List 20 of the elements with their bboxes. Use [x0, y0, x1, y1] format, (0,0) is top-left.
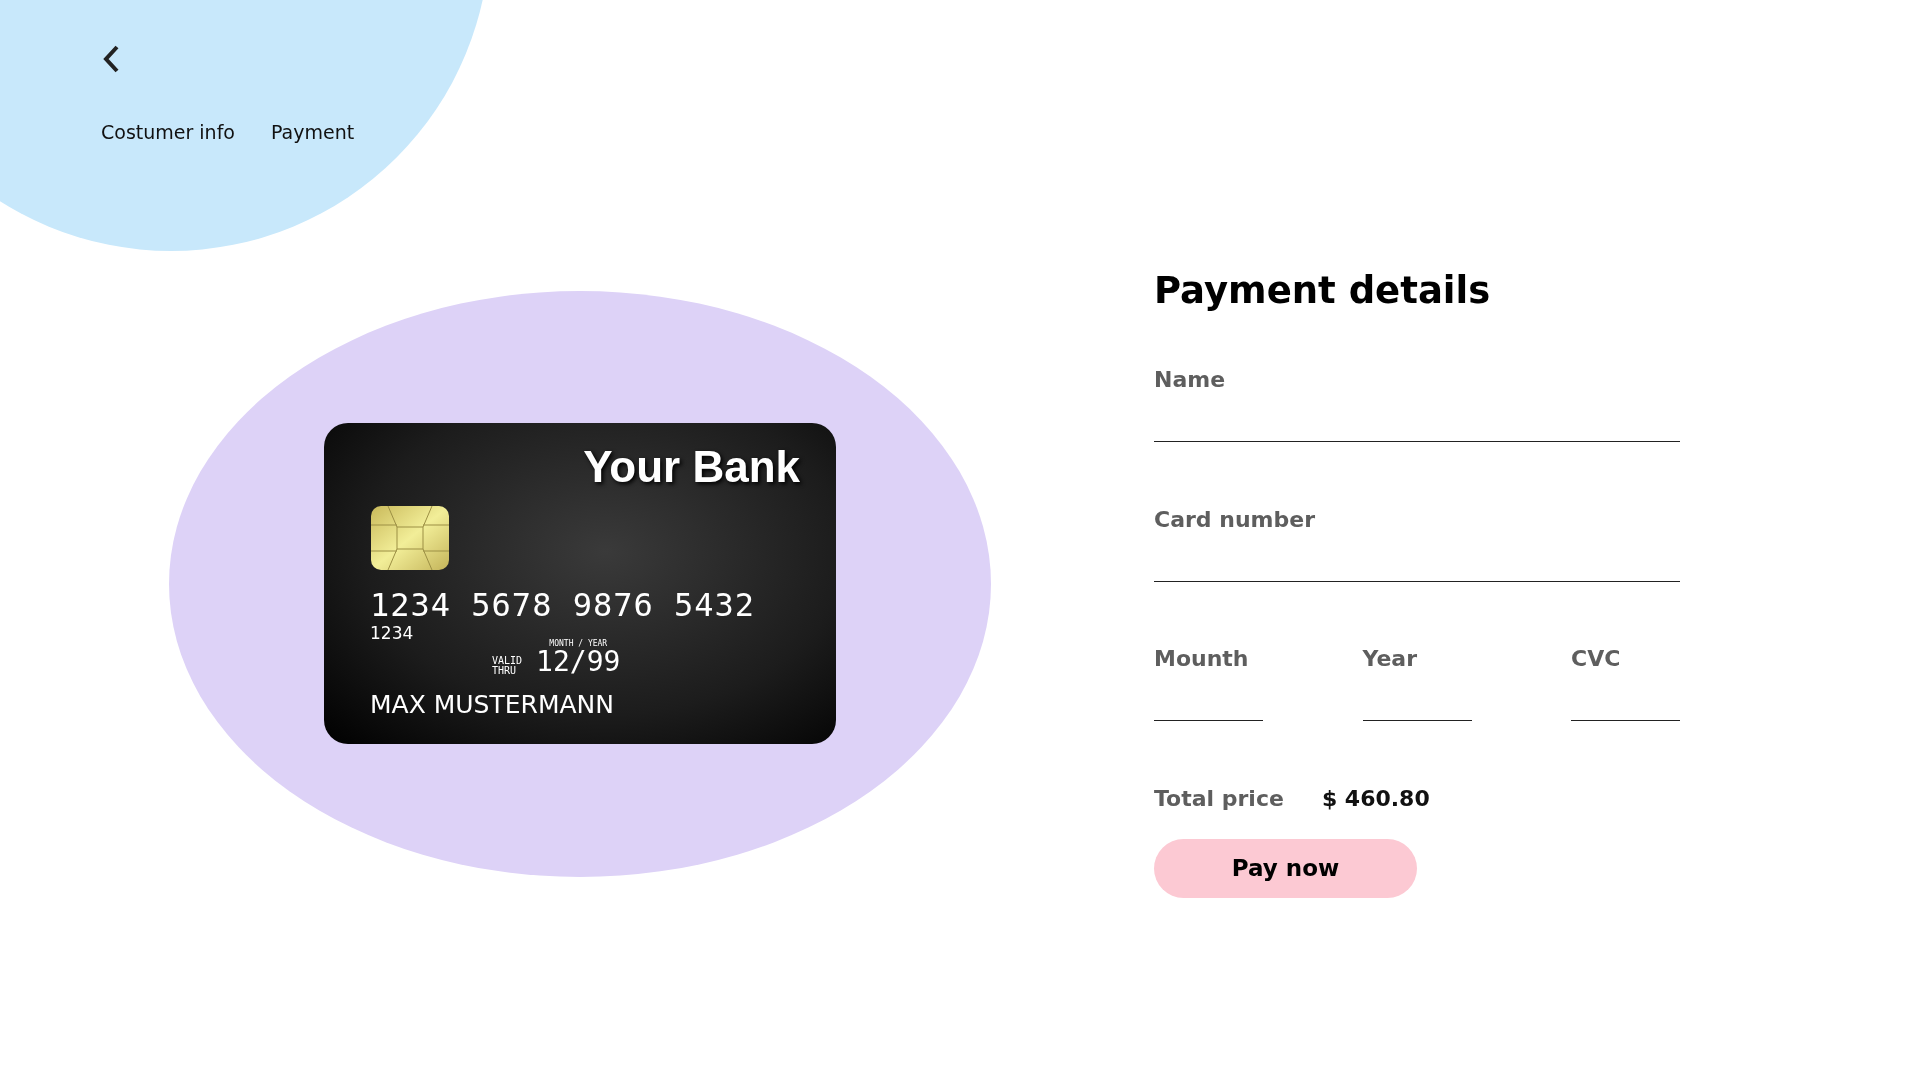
- field-label: Year: [1362, 644, 1419, 673]
- bank-name: Your Bank: [582, 445, 800, 489]
- valid-thru-label: VALID THRU: [492, 656, 523, 676]
- field-label: Name: [1154, 365, 1227, 394]
- chip-icon: [370, 505, 450, 571]
- field-label: CVC: [1571, 644, 1622, 673]
- total-price-value: $ 460.80: [1321, 784, 1430, 813]
- form-title: Payment details: [1154, 268, 1492, 313]
- field-label: Mounth: [1154, 644, 1250, 673]
- cardholder-name: MAX MUSTERMANN: [370, 689, 615, 721]
- back-icon[interactable]: [101, 44, 121, 74]
- card-number: 1234 5678 9876 5432: [370, 589, 757, 621]
- field-label: Card number: [1154, 505, 1316, 534]
- total-price-label: Total price: [1154, 784, 1284, 813]
- expiry-date: 12/99: [536, 648, 621, 676]
- card-number-short: 1234: [370, 625, 414, 642]
- nav-tab[interactable]: Costumer info: [101, 118, 235, 147]
- month-year-caption: MONTH / YEAR: [549, 640, 608, 648]
- nav-tab[interactable]: Payment: [270, 118, 355, 147]
- pay-now-button[interactable]: Pay now: [1154, 838, 1417, 898]
